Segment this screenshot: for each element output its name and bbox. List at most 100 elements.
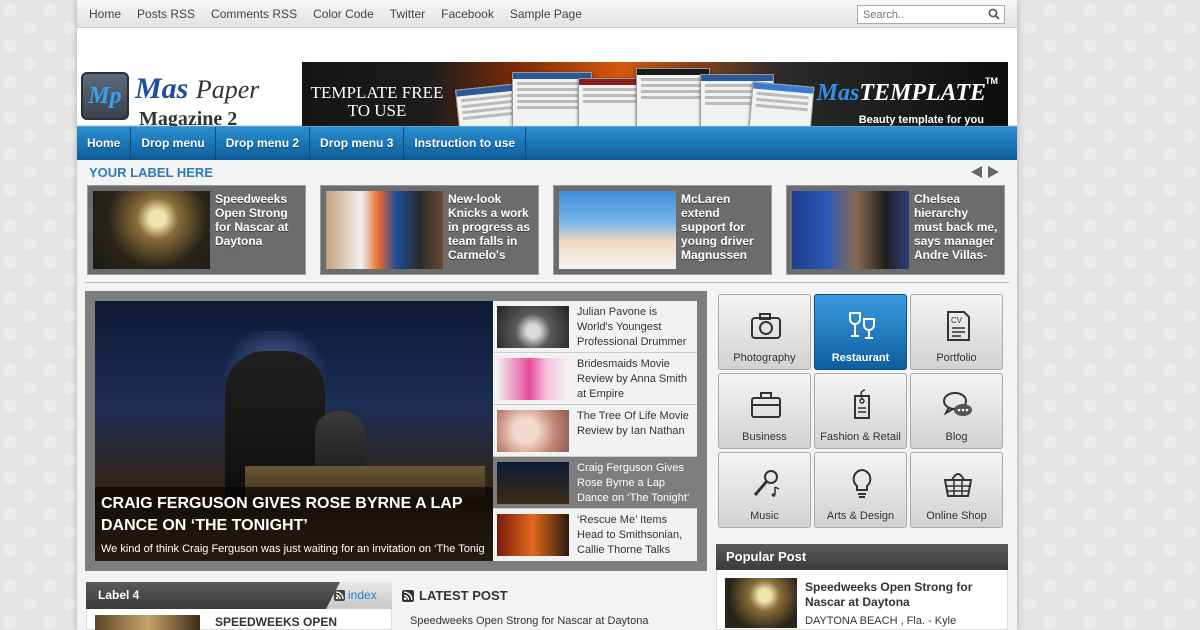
popular-post-widget: Popular Post Speedweeks Open Strong for … [716, 544, 1008, 630]
topnav-facebook[interactable]: Facebook [441, 7, 494, 21]
topnav-posts-rss[interactable]: Posts RSS [137, 7, 195, 21]
category-photography[interactable]: Photography [718, 294, 811, 370]
main-nav: Home Drop menu Drop menu 2 Drop menu 3 I… [77, 126, 1017, 160]
slider-thumb-title: Bridesmaids Movie Review by Anna Smith a… [577, 358, 688, 400]
label4-post-title[interactable]: SPEEDWEEKS OPEN [215, 615, 337, 629]
label-card[interactable]: McLaren extend support for young driver … [553, 185, 772, 275]
hero-image[interactable]: CRAIG FERGUSON GIVES ROSE BYRNE A LAP DA… [95, 301, 493, 561]
topnav-home[interactable]: Home [89, 7, 121, 21]
slider-thumb-image [497, 306, 569, 348]
slider-thumb-item[interactable]: Bridesmaids Movie Review by Anna Smith a… [493, 353, 697, 405]
category-music[interactable]: Music [718, 452, 811, 528]
label-card[interactable]: Speedweeks Open Strong for Nascar at Day… [87, 185, 306, 275]
prev-arrow-icon[interactable] [971, 166, 982, 178]
category-arts-design[interactable]: Arts & Design [814, 452, 907, 528]
label4-index-link[interactable]: index [326, 582, 392, 609]
hero-title[interactable]: CRAIG FERGUSON GIVES ROSE BYRNE A LAP DA… [101, 493, 485, 537]
slider-thumb-item[interactable]: Julian Pavone is World's Youngest Profes… [493, 301, 697, 353]
label4-post-image[interactable] [95, 615, 200, 630]
logo-mark[interactable]: Mp [81, 72, 129, 120]
banner-brand-template: TEMPLATE [859, 80, 986, 106]
card-title[interactable]: Chelsea hierarchy must back me, says man… [914, 192, 999, 266]
cv-document-icon: CV [947, 311, 970, 341]
label-cards: Speedweeks Open Strong for Nascar at Day… [87, 185, 1005, 275]
popular-post-link[interactable]: Speedweeks Open Strong for Nascar at Day… [805, 580, 1007, 610]
category-portfolio[interactable]: CV Portfolio [910, 294, 1003, 370]
latest-post-item[interactable]: Speedweeks Open Strong for Nascar at Day… [402, 615, 648, 627]
label4-header: Label 4 index [86, 582, 392, 609]
popular-post-image[interactable] [725, 578, 797, 628]
nav-drop-menu[interactable]: Drop menu [131, 127, 216, 160]
card-title[interactable]: New-look Knicks a work in progress as te… [448, 192, 533, 266]
banner-brand: MasTEMPLATE [817, 80, 986, 107]
category-blog[interactable]: Blog [910, 373, 1003, 449]
slider-thumb-image [497, 462, 569, 504]
nav-instruction[interactable]: Instruction to use [404, 127, 527, 160]
latest-post-header: LATEST POST [402, 588, 648, 603]
slider-thumb-title: Julian Pavone is World's Youngest Profes… [577, 306, 687, 348]
card-thumbnail[interactable] [792, 191, 909, 269]
shopping-basket-icon [943, 473, 973, 497]
card-thumbnail[interactable] [326, 191, 443, 269]
nav-drop-menu-2[interactable]: Drop menu 2 [216, 127, 311, 160]
next-arrow-icon[interactable] [988, 166, 999, 178]
slider-thumb-title: The Tree Of Life Movie Review by Ian Nat… [577, 410, 689, 437]
price-tag-icon [854, 389, 870, 419]
latest-post-widget: LATEST POST Speedweeks Open Strong for N… [402, 588, 648, 627]
category-online-shop[interactable]: Online Shop [910, 452, 1003, 528]
popular-post-body: Speedweeks Open Strong for Nascar at Day… [716, 570, 1008, 630]
category-label: Music [750, 510, 779, 522]
label4-widget: Label 4 index SPEEDWEEKS OPEN [86, 582, 392, 630]
carousel-arrows [971, 166, 999, 178]
label-card[interactable]: Chelsea hierarchy must back me, says man… [786, 185, 1005, 275]
rss-icon [334, 590, 345, 601]
topnav-sample-page[interactable]: Sample Page [510, 7, 582, 21]
label-strip-title[interactable]: YOUR LABEL HERE [89, 165, 213, 180]
nav-drop-menu-3[interactable]: Drop menu 3 [310, 127, 405, 160]
topnav-comments-rss[interactable]: Comments RSS [211, 7, 297, 21]
popular-post-excerpt: DAYTONA BEACH , Fla. - Kyle [805, 615, 957, 627]
slider-thumb-item-active[interactable]: Craig Ferguson Gives Rose Byrne a Lap Da… [493, 457, 697, 509]
label4-index-text: index [348, 588, 377, 602]
topnav-twitter[interactable]: Twitter [390, 7, 425, 21]
card-thumbnail[interactable] [559, 191, 676, 269]
header: Mp Mas Paper Magazine 2 TEMPLATE FREE TO… [77, 28, 1017, 149]
slider-thumb-list: Julian Pavone is World's Youngest Profes… [493, 301, 697, 561]
category-label: Restaurant [831, 352, 890, 364]
label4-title: Label 4 [98, 588, 140, 602]
topnav-color-code[interactable]: Color Code [313, 7, 374, 21]
svg-text:CV: CV [951, 316, 963, 325]
card-title[interactable]: Speedweeks Open Strong for Nascar at Day… [215, 192, 300, 266]
slider-thumb-title: Craig Ferguson Gives Rose Byrne a Lap Da… [577, 462, 690, 504]
category-label: Portfolio [936, 352, 977, 364]
nav-home[interactable]: Home [77, 127, 132, 160]
category-label: Blog [945, 431, 968, 443]
hero-caption: CRAIG FERGUSON GIVES ROSE BYRNE A LAP DA… [95, 487, 493, 561]
rss-icon [402, 589, 414, 602]
category-restaurant[interactable]: Restaurant [814, 294, 907, 370]
camera-icon [751, 313, 781, 339]
chat-bubbles-icon [943, 392, 972, 416]
card-thumbnail[interactable] [93, 191, 210, 269]
logo-paper: Paper [195, 75, 260, 104]
category-grid: Photography Restaurant CV Portfolio Busi… [718, 294, 1003, 528]
popular-post-title: Popular Post [716, 544, 1008, 570]
latest-post-title: LATEST POST [419, 588, 508, 603]
wine-glasses-icon [849, 312, 875, 339]
slider-thumb-item[interactable]: The Tree Of Life Movie Review by Ian Nat… [493, 405, 697, 457]
banner-left-text: TEMPLATE FREE TO USE [310, 83, 444, 120]
banner-brand-mas: Mas [816, 80, 860, 106]
search-input[interactable] [857, 5, 1005, 24]
card-title[interactable]: McLaren extend support for young driver … [681, 192, 766, 266]
logo-title[interactable]: Mas Paper [135, 72, 259, 106]
label-card[interactable]: New-look Knicks a work in progress as te… [320, 185, 539, 275]
category-business[interactable]: Business [718, 373, 811, 449]
hero-description: We kind of think Craig Ferguson was just… [101, 543, 485, 555]
label4-body: SPEEDWEEKS OPEN [86, 609, 392, 630]
category-label: Arts & Design [826, 510, 895, 522]
category-fashion-retail[interactable]: Fashion & Retail [814, 373, 907, 449]
banner-trademark: TM [985, 76, 998, 86]
search-icon[interactable] [988, 8, 1000, 20]
slider-thumb-item[interactable]: ‘Rescue Me’ Items Head to Smithsonian, C… [493, 509, 697, 561]
lightbulb-icon [852, 468, 872, 498]
